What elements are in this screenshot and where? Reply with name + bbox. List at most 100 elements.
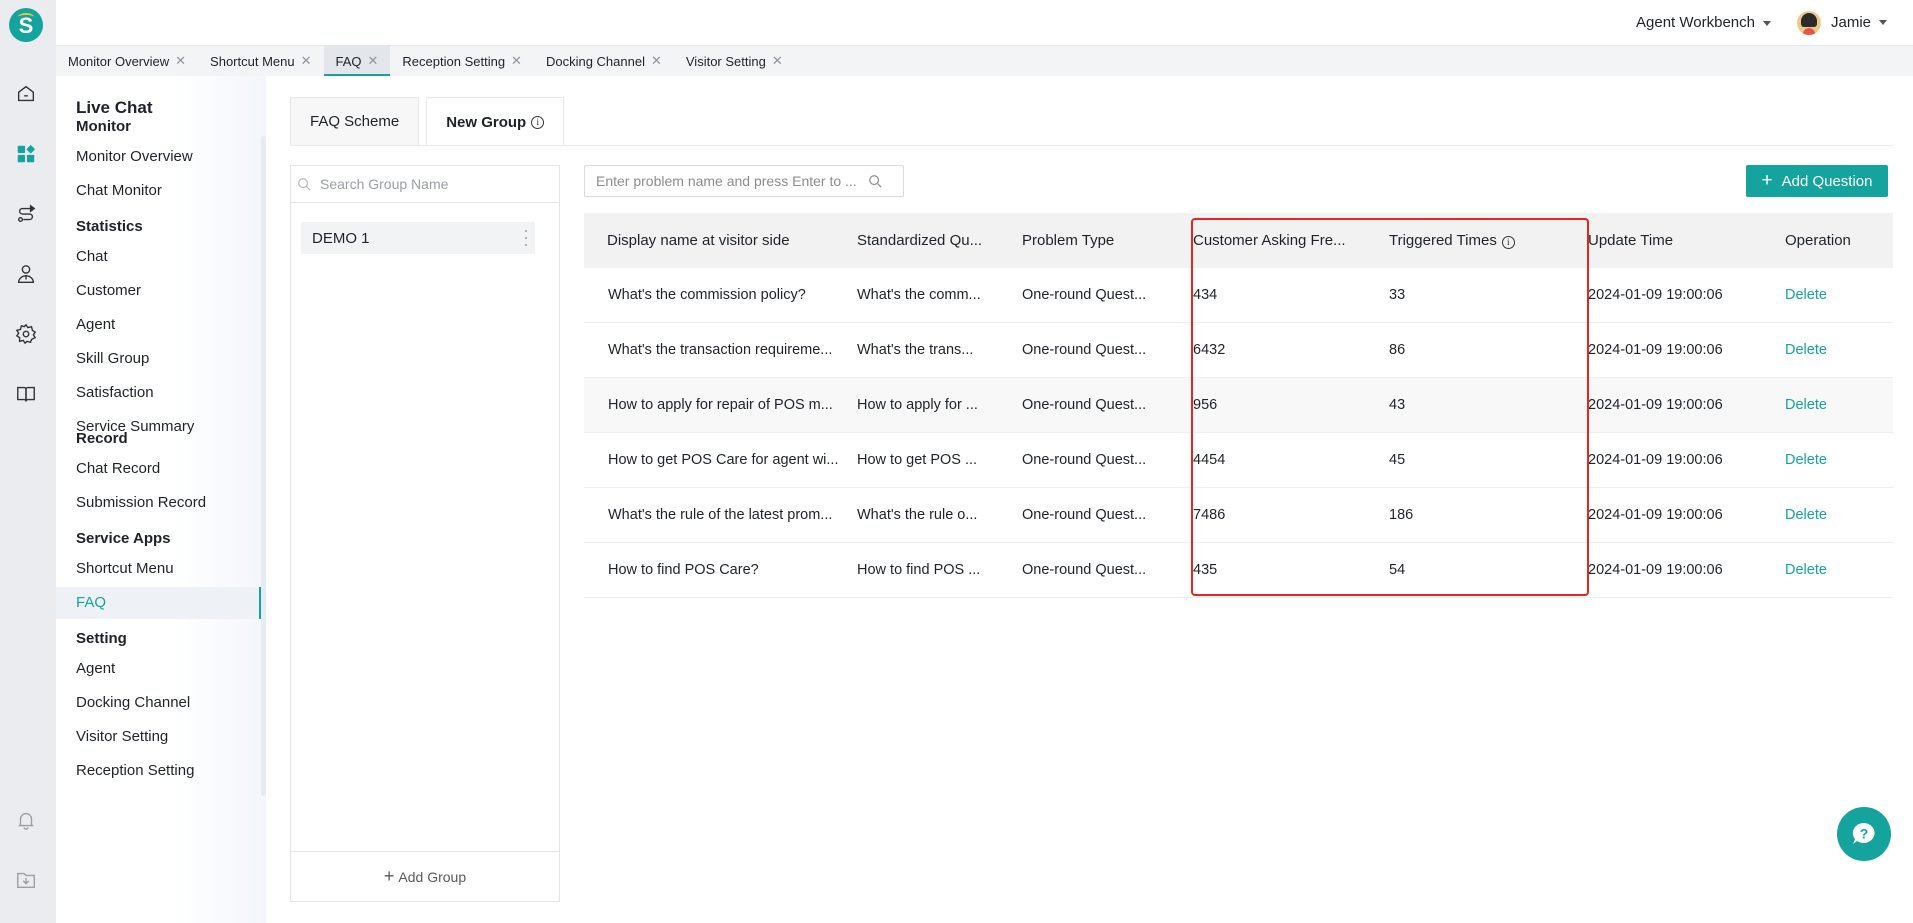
asking-frequency-cell: 435: [1193, 562, 1218, 578]
standardized-question-cell: How to apply for ...: [857, 397, 978, 413]
info-icon[interactable]: i: [531, 115, 545, 129]
info-icon[interactable]: i: [1501, 236, 1515, 249]
top-header: Agent Workbench Jamie: [56, 0, 1913, 45]
col-update-time: Update Time: [1588, 232, 1674, 249]
delete-link[interactable]: Delete: [1775, 507, 1893, 523]
table-row[interactable]: What's the commission policy? What's the …: [584, 268, 1893, 323]
nav-item-chat-monitor[interactable]: Chat Monitor: [56, 175, 261, 207]
nav-item-satisfaction[interactable]: Satisfaction: [56, 377, 261, 409]
nav-item-chat-record[interactable]: Chat Record: [56, 453, 261, 485]
close-icon[interactable]: ✕: [175, 53, 186, 69]
col-standardized-question: Standardized Qu...: [857, 232, 983, 249]
asking-frequency-cell: 956: [1193, 397, 1218, 413]
asking-frequency-cell: 434: [1193, 287, 1218, 303]
agent-icon[interactable]: [14, 262, 38, 286]
display-name-cell: How to find POS Care?: [608, 562, 759, 578]
update-time-cell: 2024-01-09 19:00:06: [1588, 397, 1723, 413]
nav-item-skill-group[interactable]: Skill Group: [56, 343, 261, 375]
help-chat-icon: ?: [1852, 822, 1875, 844]
add-group-button[interactable]: + Add Group: [291, 851, 559, 901]
standardized-question-cell: What's the rule o...: [857, 507, 978, 523]
close-icon[interactable]: ✕: [511, 53, 522, 69]
nav-section-title: Record: [76, 430, 128, 447]
display-name-cell: How to get POS Care for agent wi...: [608, 452, 839, 468]
triggered-times-cell: 86: [1389, 342, 1406, 358]
close-icon[interactable]: ✕: [301, 53, 312, 69]
triggered-times-cell: 43: [1389, 397, 1406, 413]
tab-faq-scheme[interactable]: FAQ Scheme: [290, 97, 420, 145]
close-icon[interactable]: ✕: [772, 53, 783, 69]
col-operation: Operation: [1785, 232, 1851, 249]
workbench-dropdown[interactable]: Agent Workbench: [1636, 14, 1771, 31]
plus-icon: +: [1761, 170, 1773, 191]
user-menu[interactable]: Jamie: [1796, 10, 1887, 35]
bell-icon[interactable]: [14, 808, 38, 832]
delete-link[interactable]: Delete: [1775, 287, 1893, 303]
search-icon[interactable]: [868, 174, 882, 188]
more-vertical-icon[interactable]: [524, 230, 527, 246]
page-tab[interactable]: Monitor Overview ✕: [56, 46, 198, 76]
nav-item-agent[interactable]: Agent: [56, 309, 261, 341]
user-name: Jamie: [1830, 14, 1871, 31]
group-item[interactable]: DEMO 1: [301, 222, 535, 254]
standardized-question-cell: How to find POS ...: [857, 562, 981, 578]
page-tab[interactable]: Reception Setting ✕: [390, 46, 534, 76]
page-tab[interactable]: FAQ ✕: [323, 46, 391, 76]
add-question-button[interactable]: + Add Question: [1746, 165, 1888, 197]
tab-new-group[interactable]: New Group i: [426, 97, 565, 146]
problem-type-cell: One-round Quest...: [1022, 287, 1147, 303]
close-icon[interactable]: ✕: [651, 53, 662, 69]
download-folder-icon[interactable]: [14, 868, 38, 892]
settings-icon[interactable]: [14, 322, 38, 346]
nav-item-agent[interactable]: Agent: [56, 653, 261, 685]
group-name: DEMO 1: [312, 229, 370, 247]
nav-scrollbar[interactable]: [261, 136, 266, 796]
nav-item-reception-setting[interactable]: Reception Setting: [56, 755, 261, 787]
delete-link[interactable]: Delete: [1775, 342, 1893, 358]
nav-item-faq[interactable]: FAQ: [56, 587, 261, 619]
caret-down-icon: [1879, 20, 1887, 25]
problem-type-cell: One-round Quest...: [1022, 507, 1147, 523]
nav-item-shortcut-menu[interactable]: Shortcut Menu: [56, 553, 261, 585]
page-tab[interactable]: Visitor Setting ✕: [674, 46, 795, 76]
delete-link[interactable]: Delete: [1775, 397, 1893, 413]
nav-item-submission-record[interactable]: Submission Record: [56, 487, 261, 519]
triggered-times-cell: 54: [1389, 562, 1406, 578]
nav-item-chat[interactable]: Chat: [56, 241, 261, 273]
apps-icon[interactable]: [14, 142, 38, 166]
close-icon[interactable]: ✕: [368, 53, 379, 69]
table-row[interactable]: What's the transaction requireme... What'…: [584, 323, 1893, 378]
problem-type-cell: One-round Quest...: [1022, 562, 1147, 578]
app-logo[interactable]: S: [9, 8, 43, 42]
page-tab[interactable]: Shortcut Menu ✕: [198, 46, 323, 76]
update-time-cell: 2024-01-09 19:00:06: [1588, 507, 1723, 523]
nav-title: Live Chat: [76, 98, 153, 117]
group-search-input[interactable]: [320, 176, 540, 192]
table-row[interactable]: How to find POS Care? How to find POS ...…: [584, 543, 1893, 598]
page-tab-label: FAQ: [335, 53, 362, 69]
nav-item-customer[interactable]: Customer: [56, 275, 261, 307]
col-display-name: Display name at visitor side: [607, 232, 790, 249]
problem-type-cell: One-round Quest...: [1022, 397, 1147, 413]
page-tab-label: Shortcut Menu: [210, 53, 295, 69]
page-tab[interactable]: Docking Channel ✕: [534, 46, 674, 76]
table-row[interactable]: What's the rule of the latest prom... Wha…: [584, 488, 1893, 543]
book-icon[interactable]: [14, 382, 38, 406]
plus-icon: +: [383, 866, 395, 886]
nav-item-monitor-overview[interactable]: Monitor Overview: [56, 141, 261, 173]
display-name-cell: What's the transaction requireme...: [608, 342, 833, 358]
update-time-cell: 2024-01-09 19:00:06: [1588, 562, 1723, 578]
table-row[interactable]: How to apply for repair of POS m... How t…: [584, 378, 1893, 433]
question-search-input[interactable]: [596, 173, 858, 189]
display-name-cell: What's the rule of the latest prom...: [608, 507, 833, 523]
standardized-question-cell: What's the trans...: [857, 342, 974, 358]
nav-item-docking-channel[interactable]: Docking Channel: [56, 687, 261, 719]
route-icon[interactable]: [14, 202, 38, 226]
delete-link[interactable]: Delete: [1775, 562, 1893, 578]
nav-item-visitor-setting[interactable]: Visitor Setting: [56, 721, 261, 753]
search-icon: [298, 178, 311, 191]
delete-link[interactable]: Delete: [1775, 452, 1893, 468]
table-row[interactable]: How to get POS Care for agent wi... How t…: [584, 433, 1893, 488]
help-button[interactable]: ?: [1837, 807, 1891, 861]
home-icon[interactable]: [14, 82, 38, 106]
